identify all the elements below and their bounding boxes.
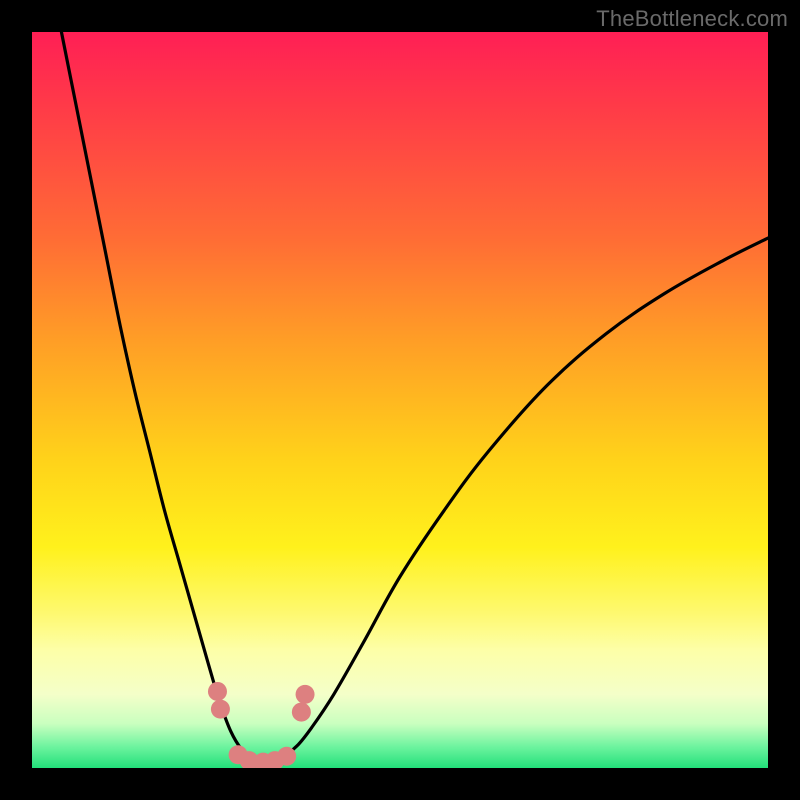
curve-group	[61, 32, 768, 762]
trough-markers	[208, 682, 315, 768]
trough-marker	[292, 703, 311, 722]
plot-area	[32, 32, 768, 768]
trough-marker	[211, 700, 230, 719]
trough-marker	[277, 747, 296, 766]
trough-marker	[296, 685, 315, 704]
trough-marker	[208, 682, 227, 701]
watermark-text: TheBottleneck.com	[596, 6, 788, 32]
chart-frame: TheBottleneck.com	[0, 0, 800, 800]
left-curve	[61, 32, 260, 762]
right-curve	[268, 238, 768, 762]
chart-svg	[32, 32, 768, 768]
